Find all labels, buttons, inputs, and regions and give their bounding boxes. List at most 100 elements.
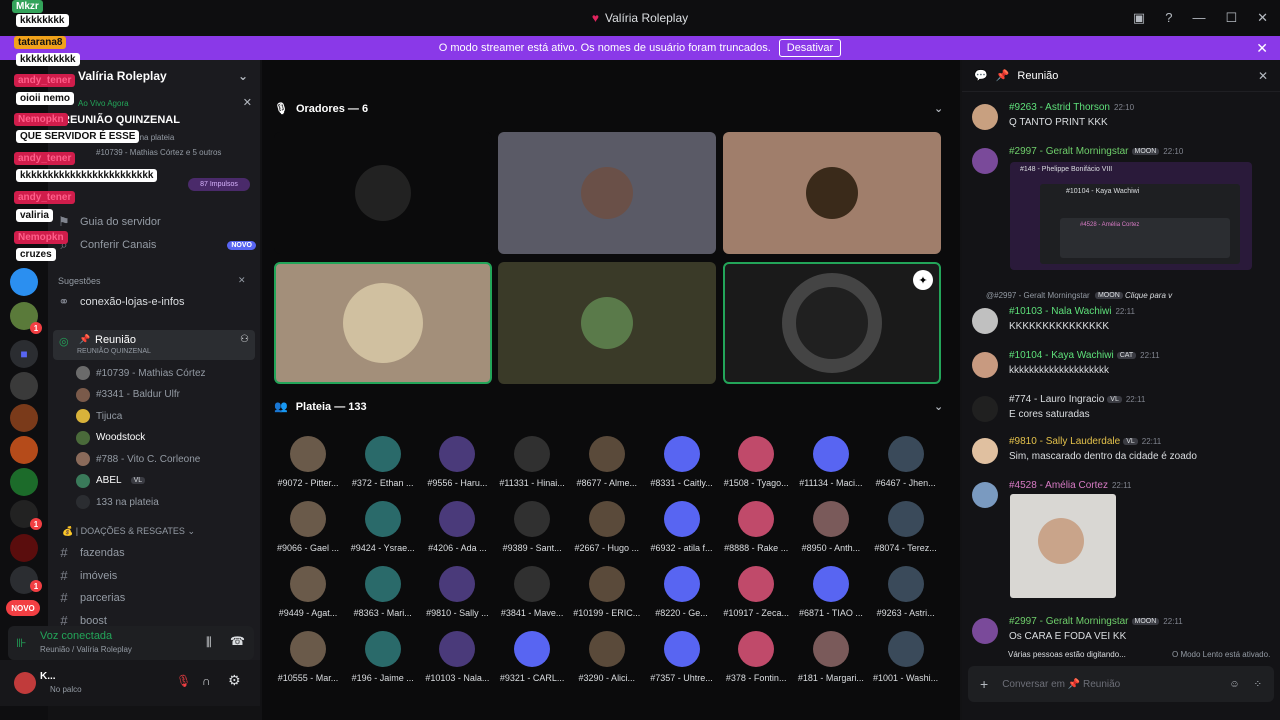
maximize-icon[interactable]: ☐ — [1225, 10, 1237, 26]
audience-member[interactable]: #3841 - Mave... — [496, 566, 568, 618]
server-icon[interactable] — [10, 534, 38, 562]
audience-member[interactable]: #1508 - Tyago... — [720, 436, 792, 488]
audience-member[interactable]: #9263 - Astri... — [870, 566, 942, 618]
speaker-tile[interactable] — [274, 262, 492, 384]
voice-user[interactable]: #10739 - Mathias Córtez — [76, 366, 206, 380]
speaker-tile[interactable] — [498, 262, 716, 384]
audience-member[interactable]: #9556 - Haru... — [421, 436, 493, 488]
channel-fazendas[interactable]: # fazendas — [56, 545, 256, 560]
audience-member[interactable]: #10103 - Nala... — [421, 631, 493, 683]
author-name[interactable]: #774 - Lauro — [1009, 394, 1066, 405]
audience-member[interactable]: #8950 - Anth... — [795, 501, 867, 553]
help-icon[interactable]: ? — [1165, 10, 1172, 26]
avatar[interactable] — [972, 396, 998, 422]
speaker-tile[interactable] — [274, 132, 492, 254]
author-name[interactable]: #4528 - Amélia Cortez — [1009, 480, 1108, 491]
close-icon[interactable]: ✕ — [1257, 10, 1268, 26]
voice-user[interactable]: #788 - Vito C. Corleone — [76, 452, 200, 466]
audience-member[interactable]: #8331 - Caitly... — [646, 436, 718, 488]
audience-member[interactable]: #8677 - Alme... — [571, 436, 643, 488]
category-donations[interactable]: 💰 | DOAÇÕES & RESGATES ⌄ — [62, 526, 195, 537]
speaker-tile[interactable] — [498, 132, 716, 254]
image-attachment[interactable]: #148 - Phelippe Bonifácio VIII #10104 - … — [1010, 162, 1252, 270]
mute-icon[interactable]: 🎙 — [176, 674, 191, 688]
suggested-channel[interactable]: ⚭ conexão-lojas-e-infos — [56, 294, 256, 310]
audience-member[interactable]: #372 - Ethan ... — [347, 436, 419, 488]
audience-member[interactable]: #9072 - Pitter... — [272, 436, 344, 488]
audience-member[interactable]: #3290 - Alici... — [571, 631, 643, 683]
reply-reference[interactable]: @#2997 - Geralt Morningstar MOON Clique … — [986, 291, 1256, 300]
avatar[interactable] — [972, 308, 998, 334]
audience-member[interactable]: #378 - Fontin... — [720, 631, 792, 683]
emoji-icon[interactable]: ☺ — [1229, 679, 1239, 690]
author-name[interactable]: #10104 - Kaya Wachiwi — [1009, 350, 1114, 361]
inbox-icon[interactable]: ▣ — [1133, 10, 1145, 26]
avatar[interactable] — [972, 148, 998, 174]
author-name[interactable]: #9263 - Astrid Thorson — [1009, 102, 1110, 113]
audience-member[interactable]: #9810 - Sally ... — [421, 566, 493, 618]
audience-member[interactable]: #8074 - Terez... — [870, 501, 942, 553]
boost-progress[interactable]: 87 Impulsos — [188, 178, 250, 191]
audience-member[interactable]: #9449 - Agat... — [272, 566, 344, 618]
image-attachment[interactable] — [1010, 494, 1116, 598]
author-name[interactable]: #10103 - Nala Wachiwi — [1009, 306, 1111, 317]
audience-member[interactable]: #8363 - Mari... — [347, 566, 419, 618]
channel-imoveis[interactable]: # imóveis — [56, 568, 256, 583]
close-icon[interactable]: ✕ — [243, 96, 252, 109]
voice-user[interactable]: Woodstock — [76, 430, 145, 445]
avatar[interactable] — [972, 482, 998, 508]
author-name[interactable]: #2997 - Geralt Morningstar — [1009, 616, 1129, 627]
speaker-tile[interactable]: ✦ — [723, 262, 941, 384]
server-icon[interactable] — [10, 468, 38, 496]
audience-member[interactable]: #10917 - Zeca... — [720, 566, 792, 618]
disconnect-icon[interactable]: ☎ — [230, 634, 245, 648]
folder-icon[interactable]: ■ — [10, 340, 38, 368]
server-icon[interactable] — [10, 404, 38, 432]
audience-member[interactable]: #8888 - Rake ... — [720, 501, 792, 553]
audience-member[interactable]: #7357 - Uhtre... — [646, 631, 718, 683]
voice-user[interactable]: 133 na plateia — [76, 495, 159, 509]
audience-member[interactable]: #10555 - Mar... — [272, 631, 344, 683]
apps-icon[interactable]: ⁘ — [1254, 679, 1262, 690]
audience-member[interactable]: #11134 - Maci... — [795, 436, 867, 488]
headphones-icon[interactable]: ∩ — [202, 674, 211, 688]
voice-user[interactable]: #3341 - Baldur Ulfr — [76, 387, 180, 402]
server-icon[interactable] — [10, 436, 38, 464]
close-banner-icon[interactable]: ✕ — [1256, 40, 1268, 57]
close-icon[interactable]: ✕ — [1258, 69, 1268, 83]
audience-member[interactable]: #196 - Jaime ... — [347, 631, 419, 683]
author-name[interactable]: #9810 - Sally Lauderdale — [1009, 436, 1120, 447]
channel-parcerias[interactable]: # parcerias — [56, 590, 256, 605]
voice-user[interactable]: Tijuca — [76, 409, 122, 423]
audience-member[interactable]: #6467 - Jhen... — [870, 436, 942, 488]
disable-streamer-button[interactable]: Desativar — [778, 39, 842, 57]
message-input[interactable]: Conversar em 📌 Reunião — [1002, 679, 1120, 690]
avatar[interactable] — [972, 618, 998, 644]
audience-member[interactable]: #9321 - CARL... — [496, 631, 568, 683]
avatar[interactable] — [972, 104, 998, 130]
plus-icon[interactable]: + — [980, 676, 988, 692]
audience-member[interactable]: #4206 - Ada ... — [421, 501, 493, 553]
audience-member[interactable]: #6932 - atila f... — [646, 501, 718, 553]
add-user-icon[interactable]: ⚇ — [240, 334, 249, 345]
server-icon[interactable] — [10, 372, 38, 400]
voice-user[interactable]: ABEL VL — [76, 473, 146, 488]
minimize-icon[interactable]: — — [1192, 10, 1205, 26]
audience-header[interactable]: 👥 Plateia — 133 ⌄ — [274, 400, 943, 414]
audience-member[interactable]: #8220 - Ge... — [646, 566, 718, 618]
avatar[interactable] — [14, 672, 36, 694]
channel-server-guide[interactable]: ⚑ Guia do servidor — [56, 214, 256, 230]
speaker-tile[interactable] — [723, 132, 941, 254]
audience-member[interactable]: #2667 - Hugo ... — [571, 501, 643, 553]
avatar[interactable] — [972, 352, 998, 378]
audience-member[interactable]: #1001 - Washi... — [870, 631, 942, 683]
soundboard-icon[interactable]: ⫼ — [206, 635, 212, 650]
audience-member[interactable]: #11331 - Hinai... — [496, 436, 568, 488]
live-event-card[interactable]: Ao Vivo Agora ✕ REUNIÃO QUINZENAL 133 na… — [56, 94, 254, 160]
close-icon[interactable]: ✕ — [238, 275, 246, 286]
voice-channel-reuniao[interactable]: ◎ 📌 Reunião REUNIÃO QUINZENAL ⚇ — [53, 330, 255, 360]
server-header[interactable]: Valíria Roleplay ⌄ — [48, 60, 260, 92]
server-icon[interactable] — [10, 268, 38, 296]
audience-member[interactable]: #181 - Margari... — [795, 631, 867, 683]
audience-member[interactable]: #9389 - Sant... — [496, 501, 568, 553]
